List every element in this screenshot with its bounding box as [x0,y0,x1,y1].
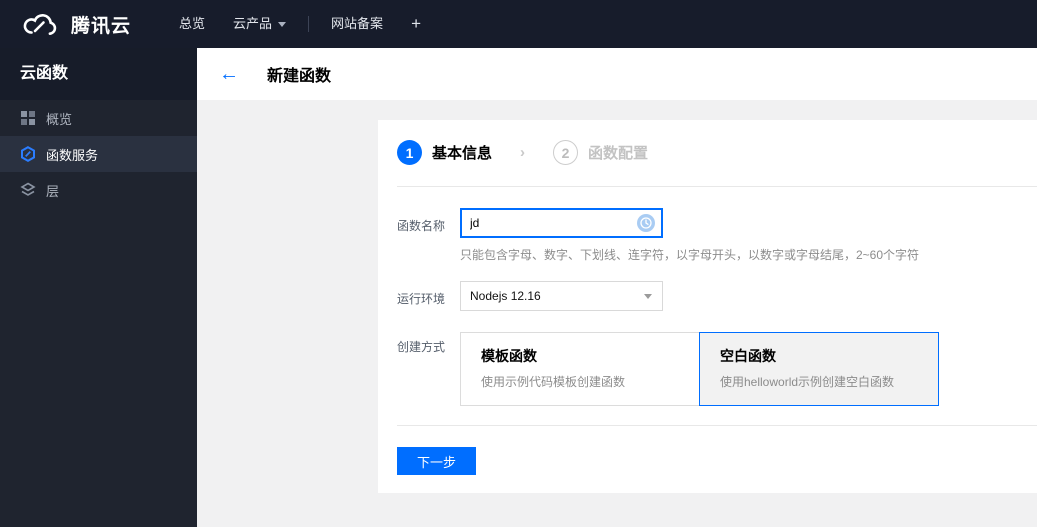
step-separator-icon: › [520,144,526,161]
method-description: 使用helloworld示例创建空白函数 [720,375,895,389]
nav-separator [308,16,310,32]
method-description: 使用示例代码模板创建函数 [481,375,626,389]
function-name-hint: 只能包含字母、数字、下划线、连字符，以字母开头，以数字或字母结尾，2~60个字符 [460,248,920,262]
sidebar-item-label: 函数服务 [46,147,99,163]
function-name-label: 函数名称 [397,219,446,233]
function-name-input-wrap [460,208,663,238]
step-1-circle: 1 [397,140,422,165]
tencent-cloud-console: 腾讯云 总览 云产品 网站备案 + 云函数 概览 函数服务 层 ← 新建函数 1… [0,0,1037,527]
chevron-down-icon [278,22,287,28]
sidebar-item-function-service[interactable]: 函数服务 [0,136,197,172]
creation-method-label: 创建方式 [397,340,446,354]
step-2-circle: 2 [553,140,579,165]
method-title: 空白函数 [720,348,776,364]
method-card-template-function[interactable]: 模板函数 使用示例代码模板创建函数 [460,332,700,406]
create-function-card: 1 基本信息 › 2 函数配置 函数名称 只能包含字母、数字、下划线、连字符，以… [378,120,1037,493]
sidebar-title: 云函数 [0,48,197,100]
creation-method-options: 模板函数 使用示例代码模板创建函数 空白函数 使用helloworld示例创建空… [460,332,939,406]
brand-logo[interactable]: 腾讯云 [0,10,131,38]
function-name-input[interactable] [462,216,612,230]
footer-divider [397,425,1037,426]
content-area: 1 基本信息 › 2 函数配置 函数名称 只能包含字母、数字、下划线、连字符，以… [197,100,1037,527]
steps-divider [397,186,1037,187]
runtime-select[interactable]: Nodejs 12.16 [460,281,663,311]
method-title: 模板函数 [481,348,537,364]
layers-icon [20,182,36,198]
runtime-selected-value: Nodejs 12.16 [470,289,541,303]
add-tab-button[interactable]: + [397,14,435,34]
nav-item-overview[interactable]: 总览 [165,0,219,48]
nav-item-icp[interactable]: 网站备案 [317,0,397,48]
nav-item-products[interactable]: 云产品 [219,0,300,48]
method-card-blank-function[interactable]: 空白函数 使用helloworld示例创建空白函数 [699,332,939,406]
hexagon-function-icon [20,146,36,162]
cloud-logo-icon [22,10,62,38]
top-navbar: 腾讯云 总览 云产品 网站备案 + [0,0,1037,48]
sidebar-item-overview[interactable]: 概览 [0,100,197,136]
back-arrow-button[interactable]: ← [219,64,239,84]
brand-name: 腾讯云 [71,15,132,37]
next-step-button[interactable]: 下一步 [397,447,476,475]
select-caret-icon [644,293,652,299]
runtime-label: 运行环境 [397,292,446,306]
input-history-clock-icon[interactable] [637,214,655,232]
page-header: ← 新建函数 [197,48,1037,100]
page-title: 新建函数 [267,68,332,85]
sidebar-item-label: 层 [46,183,60,199]
step-1-label: 基本信息 [432,145,493,162]
sidebar-item-layers[interactable]: 层 [0,172,197,208]
top-nav-menu: 总览 云产品 网站备案 + [165,0,435,48]
sidebar-item-label: 概览 [46,111,73,127]
sidebar: 云函数 概览 函数服务 层 [0,48,197,527]
step-2-label: 函数配置 [588,145,649,162]
step-indicator: 1 基本信息 › 2 函数配置 [397,140,648,165]
grid-icon [20,110,36,126]
